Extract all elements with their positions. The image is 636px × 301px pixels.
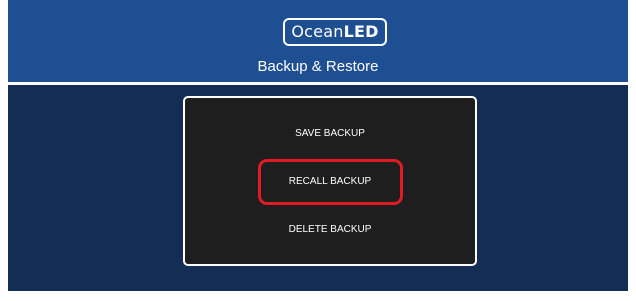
main-area: SAVE BACKUP RECALL BACKUP DELETE BACKUP [8, 85, 628, 291]
logo-text-ocean: Ocean [291, 22, 344, 41]
app-frame: OceanLED Backup & Restore SAVE BACKUP RE… [8, 0, 628, 291]
backup-menu-panel: SAVE BACKUP RECALL BACKUP DELETE BACKUP [183, 96, 477, 266]
header-bar: OceanLED Backup & Restore [8, 0, 628, 82]
delete-backup-button[interactable]: DELETE BACKUP [185, 220, 475, 240]
logo-text-led: LED [343, 22, 379, 41]
save-backup-button[interactable]: SAVE BACKUP [185, 124, 475, 144]
page-title: Backup & Restore [257, 58, 379, 75]
oceanled-logo: OceanLED [283, 18, 387, 46]
recall-backup-button[interactable]: RECALL BACKUP [185, 172, 475, 192]
